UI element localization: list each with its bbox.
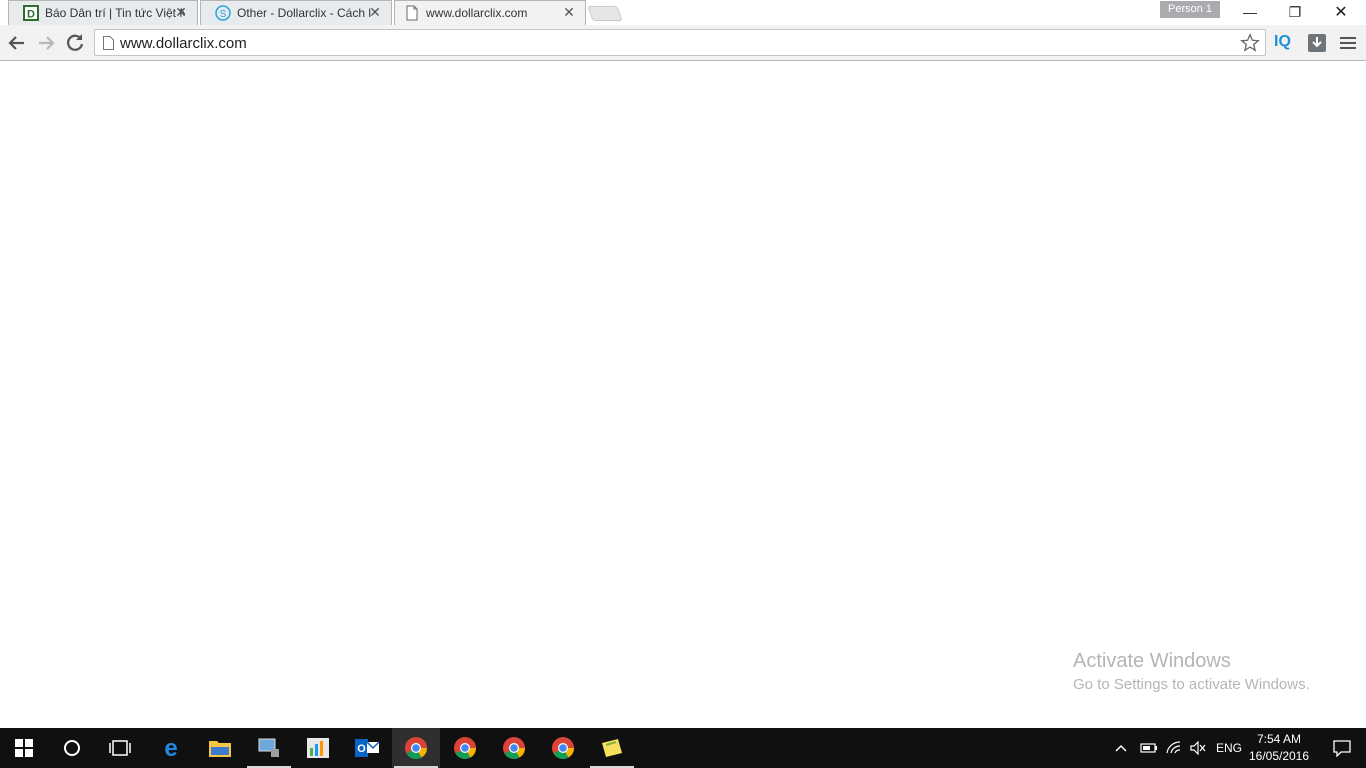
task-view-button[interactable] <box>96 728 144 768</box>
outlook-mail-icon: O <box>355 739 379 757</box>
start-button[interactable] <box>0 728 48 768</box>
tab-title: www.dollarclix.com <box>426 5 528 20</box>
tab-close-button[interactable]: ✕ <box>368 5 382 19</box>
tab-title: Báo Dân trí | Tin tức Việt N <box>45 5 185 20</box>
cortana-circle-icon <box>64 740 80 756</box>
reload-icon[interactable] <box>63 31 87 55</box>
svg-text:S: S <box>220 9 227 20</box>
clock-date: 16/05/2016 <box>1248 749 1310 763</box>
tab-strip: D Báo Dân trí | Tin tức Việt N ✕ S Other… <box>0 0 1366 25</box>
clock-time: 7:54 AM <box>1256 732 1302 746</box>
chrome-menu-icon[interactable] <box>1340 34 1356 52</box>
dantri-d-icon: D <box>23 4 39 21</box>
clock[interactable]: 7:54 AM 16/05/2016 <box>1248 731 1310 765</box>
volume-muted-icon[interactable] <box>1190 741 1206 755</box>
file-explorer-app[interactable] <box>196 728 244 768</box>
minimize-button[interactable]: — <box>1227 0 1273 25</box>
close-window-button[interactable]: ✕ <box>1318 0 1364 25</box>
tab-close-button[interactable]: ✕ <box>562 5 576 19</box>
chrome-icon <box>503 737 525 759</box>
svg-text:D: D <box>27 8 35 20</box>
tab-dantri[interactable]: D Báo Dân trí | Tin tức Việt N ✕ <box>8 0 198 25</box>
chrome-app-3[interactable] <box>490 728 538 768</box>
chevron-up-icon[interactable] <box>1114 743 1128 753</box>
tab-title: Other - Dollarclix - Cách l <box>237 5 372 20</box>
chrome-app-2[interactable] <box>441 728 489 768</box>
page-content <box>0 62 1366 728</box>
taskbar: e O ENG 7:54 AM 16/05/2016 <box>0 728 1366 768</box>
chart-app[interactable] <box>294 728 342 768</box>
new-tab-button[interactable] <box>587 6 623 21</box>
sticky-notes-app[interactable] <box>588 728 636 768</box>
language-indicator[interactable]: ENG <box>1216 741 1242 755</box>
tab-close-button[interactable]: ✕ <box>174 5 188 19</box>
iq-extension-button[interactable]: IQ <box>1274 33 1291 51</box>
url-text[interactable]: www.dollarclix.com <box>120 35 247 52</box>
edge-app[interactable]: e <box>147 728 195 768</box>
watermark-subtitle: Go to Settings to activate Windows. <box>1073 676 1310 693</box>
chrome-app-4[interactable] <box>539 728 587 768</box>
task-view-icon <box>109 740 131 756</box>
action-center-button[interactable] <box>1318 728 1366 768</box>
address-bar[interactable]: www.dollarclix.com <box>94 29 1266 56</box>
activate-windows-watermark: Activate Windows Go to Settings to activ… <box>1073 650 1310 693</box>
system-tray: ENG <box>1114 728 1242 768</box>
profile-button[interactable]: Person 1 <box>1160 1 1220 18</box>
notification-icon <box>1333 740 1351 757</box>
page-info-icon[interactable] <box>103 36 114 50</box>
svg-text:O: O <box>357 743 366 755</box>
download-extension-icon[interactable] <box>1308 34 1326 52</box>
browser-toolbar: www.dollarclix.com IQ <box>0 25 1366 61</box>
outlook-app[interactable]: O <box>343 728 391 768</box>
dollar-s-icon: S <box>215 4 231 21</box>
watermark-title: Activate Windows <box>1073 650 1231 672</box>
edge-browser-icon: e <box>164 737 177 759</box>
battery-icon[interactable] <box>1140 742 1158 754</box>
folder-icon <box>209 741 231 757</box>
cortana-search-button[interactable] <box>48 728 96 768</box>
forward-arrow-icon[interactable] <box>34 31 58 55</box>
bookmark-star-icon[interactable] <box>1239 32 1261 54</box>
chrome-icon <box>552 737 574 759</box>
windows-logo-icon <box>15 739 33 757</box>
chrome-icon <box>405 737 427 759</box>
bar-chart-icon <box>307 738 329 758</box>
svg-text:e: e <box>164 737 177 759</box>
chrome-icon <box>454 737 476 759</box>
chrome-app-1[interactable] <box>392 728 440 768</box>
back-arrow-icon[interactable] <box>5 31 29 55</box>
sticky-notes-icon <box>602 739 622 757</box>
wifi-icon[interactable] <box>1166 741 1182 755</box>
page-icon <box>406 5 418 20</box>
tab-dollarclix-active[interactable]: www.dollarclix.com ✕ <box>394 0 586 25</box>
network-tool-app[interactable] <box>245 728 293 768</box>
computer-network-icon <box>258 738 279 757</box>
tab-dollarclix-other[interactable]: S Other - Dollarclix - Cách l ✕ <box>200 0 392 25</box>
restore-button[interactable]: ❐ <box>1272 0 1318 25</box>
